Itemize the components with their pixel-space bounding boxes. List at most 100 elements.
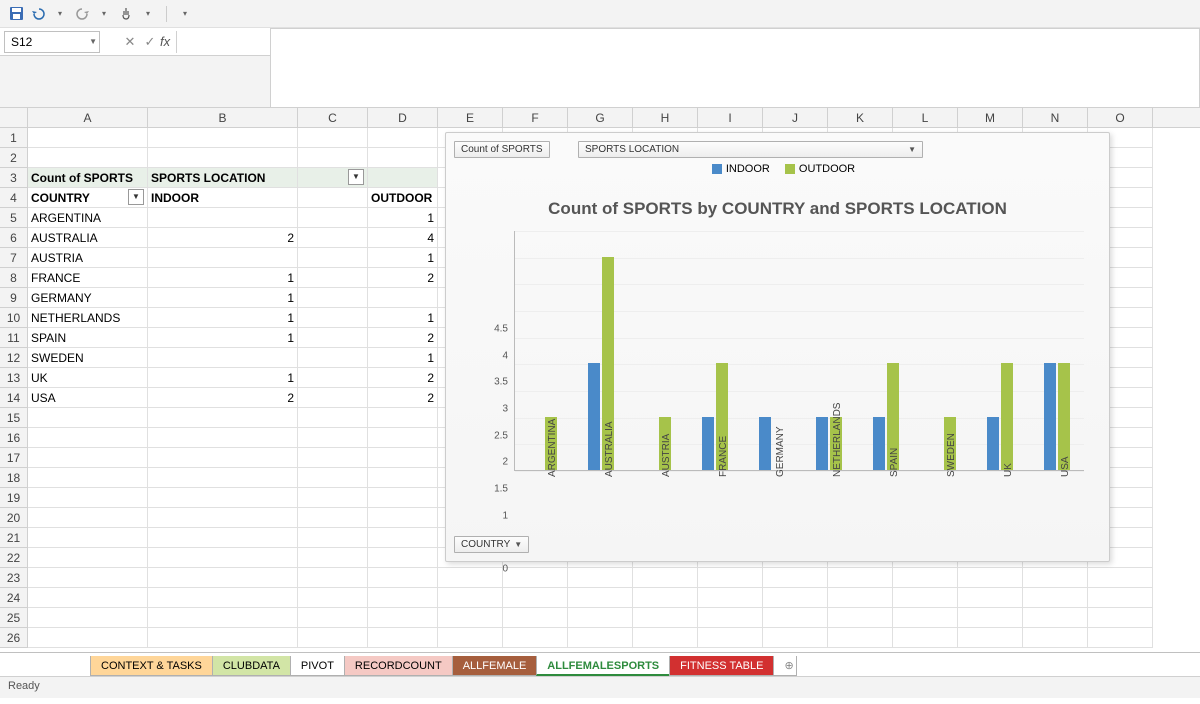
cell-B8[interactable]: 1	[148, 268, 298, 288]
cell-A4[interactable]: COUNTRY▼	[28, 188, 148, 208]
cell-B16[interactable]	[148, 428, 298, 448]
row-header-19[interactable]: 19	[0, 488, 28, 508]
cell-A5[interactable]: ARGENTINA	[28, 208, 148, 228]
cell-A6[interactable]: AUSTRALIA	[28, 228, 148, 248]
row-header-4[interactable]: 4	[0, 188, 28, 208]
row-header-6[interactable]: 6	[0, 228, 28, 248]
chart-count-button[interactable]: Count of SPORTS	[454, 141, 550, 158]
row-header-5[interactable]: 5	[0, 208, 28, 228]
cell-B17[interactable]	[148, 448, 298, 468]
cell-A26[interactable]	[28, 628, 148, 648]
cell-G23[interactable]	[568, 568, 633, 588]
touch-mode-icon[interactable]	[118, 6, 134, 22]
cell-C26[interactable]	[298, 628, 368, 648]
cell-A13[interactable]: UK	[28, 368, 148, 388]
row-header-24[interactable]: 24	[0, 588, 28, 608]
cell-C14[interactable]	[298, 388, 368, 408]
cell-D24[interactable]	[368, 588, 438, 608]
qat-customize-icon[interactable]: ▾	[177, 6, 193, 22]
cell-G24[interactable]	[568, 588, 633, 608]
cell-B4[interactable]: INDOOR	[148, 188, 298, 208]
cell-A24[interactable]	[28, 588, 148, 608]
cell-A3[interactable]: Count of SPORTS	[28, 168, 148, 188]
row-header-15[interactable]: 15	[0, 408, 28, 428]
sheet-tab-allfemalesports[interactable]: ALLFEMALESPORTS	[536, 656, 670, 676]
col-header-D[interactable]: D	[368, 108, 438, 127]
cell-N24[interactable]	[1023, 588, 1088, 608]
cell-B9[interactable]: 1	[148, 288, 298, 308]
col-header-L[interactable]: L	[893, 108, 958, 127]
cell-C9[interactable]	[298, 288, 368, 308]
cell-C15[interactable]	[298, 408, 368, 428]
cell-D19[interactable]	[368, 488, 438, 508]
cell-D10[interactable]: 1	[368, 308, 438, 328]
row-header-22[interactable]: 22	[0, 548, 28, 568]
cell-M23[interactable]	[958, 568, 1023, 588]
row-header-1[interactable]: 1	[0, 128, 28, 148]
row-header-8[interactable]: 8	[0, 268, 28, 288]
row-header-11[interactable]: 11	[0, 328, 28, 348]
row-header-14[interactable]: 14	[0, 388, 28, 408]
cell-L26[interactable]	[893, 628, 958, 648]
row-filter-dropdown[interactable]: ▼	[128, 189, 144, 205]
cell-B14[interactable]: 2	[148, 388, 298, 408]
col-header-N[interactable]: N	[1023, 108, 1088, 127]
cell-G26[interactable]	[568, 628, 633, 648]
cell-A20[interactable]	[28, 508, 148, 528]
cell-C22[interactable]	[298, 548, 368, 568]
cell-O25[interactable]	[1088, 608, 1153, 628]
cell-D14[interactable]: 2	[368, 388, 438, 408]
redo-icon[interactable]	[74, 6, 90, 22]
cell-K25[interactable]	[828, 608, 893, 628]
cell-B25[interactable]	[148, 608, 298, 628]
cell-C12[interactable]	[298, 348, 368, 368]
chart-axis-button[interactable]: COUNTRY▼	[454, 536, 529, 553]
cell-A7[interactable]: AUSTRIA	[28, 248, 148, 268]
redo-dropdown-icon[interactable]: ▾	[96, 6, 112, 22]
cell-E25[interactable]	[438, 608, 503, 628]
cell-D6[interactable]: 4	[368, 228, 438, 248]
row-header-9[interactable]: 9	[0, 288, 28, 308]
cell-D9[interactable]	[368, 288, 438, 308]
cell-D22[interactable]	[368, 548, 438, 568]
cell-H23[interactable]	[633, 568, 698, 588]
cell-B6[interactable]: 2	[148, 228, 298, 248]
row-header-13[interactable]: 13	[0, 368, 28, 388]
cell-B2[interactable]	[148, 148, 298, 168]
cell-F23[interactable]	[503, 568, 568, 588]
cell-D1[interactable]	[368, 128, 438, 148]
undo-icon[interactable]	[30, 6, 46, 22]
cell-D4[interactable]: OUTDOOR	[368, 188, 438, 208]
cell-J26[interactable]	[763, 628, 828, 648]
cell-A9[interactable]: GERMANY	[28, 288, 148, 308]
cell-J25[interactable]	[763, 608, 828, 628]
cell-I26[interactable]	[698, 628, 763, 648]
cell-B26[interactable]	[148, 628, 298, 648]
col-header-C[interactable]: C	[298, 108, 368, 127]
sheet-tab-context & tasks[interactable]: CONTEXT & TASKS	[90, 656, 213, 676]
cell-C19[interactable]	[298, 488, 368, 508]
cell-N26[interactable]	[1023, 628, 1088, 648]
col-header-O[interactable]: O	[1088, 108, 1153, 127]
undo-dropdown-icon[interactable]: ▾	[52, 6, 68, 22]
col-filter-dropdown[interactable]: ▼	[348, 169, 364, 185]
cell-B21[interactable]	[148, 528, 298, 548]
row-header-2[interactable]: 2	[0, 148, 28, 168]
cell-B11[interactable]: 1	[148, 328, 298, 348]
cell-D7[interactable]: 1	[368, 248, 438, 268]
cell-M24[interactable]	[958, 588, 1023, 608]
cell-C6[interactable]	[298, 228, 368, 248]
sheet-tab-allfemale[interactable]: ALLFEMALE	[452, 656, 538, 676]
cell-L24[interactable]	[893, 588, 958, 608]
cell-C21[interactable]	[298, 528, 368, 548]
cell-B13[interactable]: 1	[148, 368, 298, 388]
sheet-tab-fitness table[interactable]: FITNESS TABLE	[669, 656, 774, 676]
cell-B1[interactable]	[148, 128, 298, 148]
cell-I24[interactable]	[698, 588, 763, 608]
cell-I23[interactable]	[698, 568, 763, 588]
cell-C3[interactable]: ▼	[298, 168, 368, 188]
cell-D23[interactable]	[368, 568, 438, 588]
cell-D5[interactable]: 1	[368, 208, 438, 228]
cell-C7[interactable]	[298, 248, 368, 268]
row-header-10[interactable]: 10	[0, 308, 28, 328]
